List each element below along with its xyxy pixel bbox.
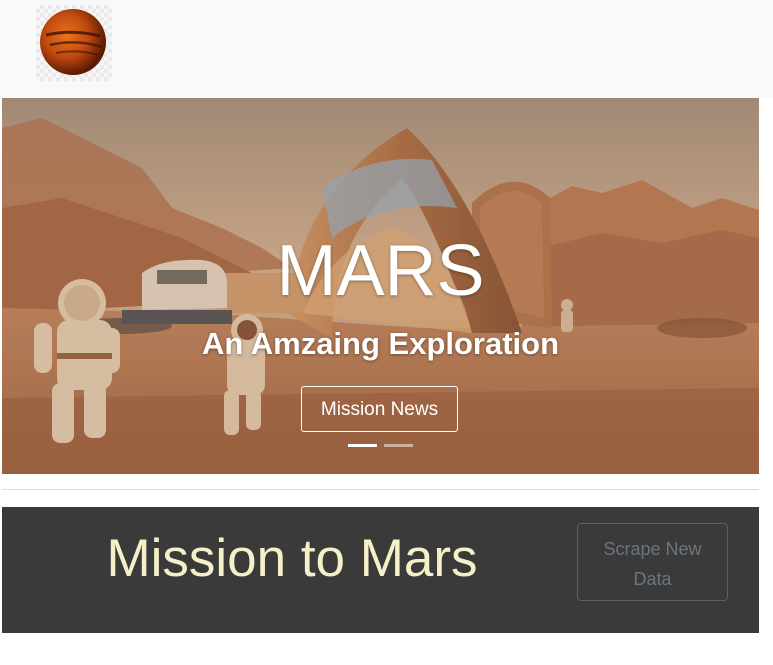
- navbar: [0, 0, 773, 98]
- scrape-new-data-button[interactable]: Scrape New Data: [577, 523, 728, 601]
- carousel-indicator-1[interactable]: [348, 444, 377, 447]
- page-heading: Mission to Mars: [106, 529, 478, 588]
- hero-carousel: MARS An Amzaing Exploration Mission News: [2, 98, 759, 474]
- mars-logo-icon[interactable]: [36, 5, 112, 81]
- carousel-caption: MARS An Amzaing Exploration Mission News: [2, 98, 759, 474]
- mission-banner: Mission to Mars Scrape New Data: [2, 507, 759, 633]
- divider: [2, 489, 759, 490]
- hero-subtitle: An Amzaing Exploration: [201, 326, 560, 361]
- mission-news-button[interactable]: Mission News: [301, 386, 458, 432]
- hero-title: MARS: [276, 231, 485, 311]
- carousel-indicator-2[interactable]: [384, 444, 413, 447]
